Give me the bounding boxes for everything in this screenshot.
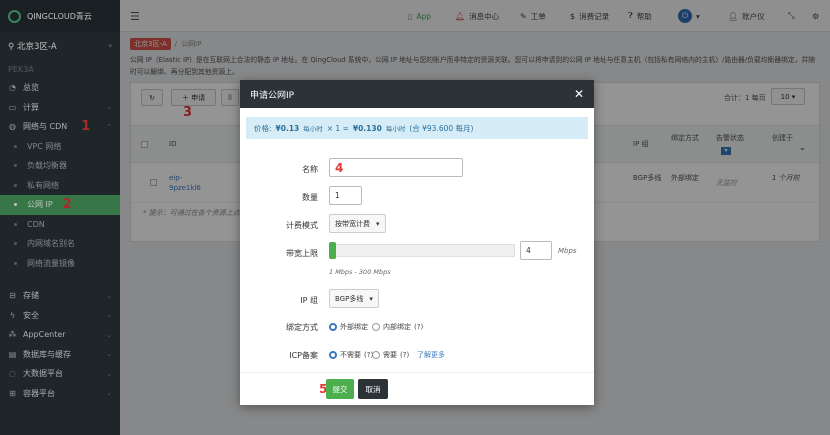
- ip-group-value: BGP多线: [335, 294, 364, 303]
- billing-mode-label: 计费模式: [286, 221, 318, 230]
- bandwidth-label: 带宽上限: [286, 249, 318, 258]
- bind-internal-radio[interactable]: 内部绑定 (?): [372, 322, 423, 332]
- price-unit: ¥0.13: [275, 123, 300, 133]
- radio-unchecked-icon: [372, 351, 380, 359]
- icp-no-label: 不需要: [340, 351, 361, 359]
- radio-checked-icon: [329, 351, 337, 359]
- price-label: 价格:: [254, 123, 272, 133]
- radio-checked-icon: [329, 323, 337, 331]
- billing-mode-select[interactable]: 按带宽计费 ▾: [329, 214, 386, 233]
- bind-external-radio[interactable]: 外部绑定: [329, 322, 368, 332]
- cancel-button[interactable]: 取消: [358, 379, 388, 399]
- help-icon[interactable]: (?): [414, 323, 423, 331]
- apply-eip-dialog: 申请公网IP ✕ 价格: ¥0.13 每小时 × 1 = ¥0.130 每小时 (…: [240, 80, 594, 405]
- price-count: × 1 =: [326, 123, 349, 133]
- price-total-suffix: 每小时: [385, 125, 406, 133]
- bind-external-label: 外部绑定: [340, 323, 368, 331]
- sidebar-dim-overlay: [0, 0, 120, 435]
- price-banner: 价格: ¥0.13 每小时 × 1 = ¥0.130 每小时 (合 ¥93.60…: [246, 117, 588, 139]
- icp-no-radio[interactable]: 不需要 (?): [329, 350, 373, 360]
- icp-yes-label: 需要: [383, 351, 397, 359]
- close-icon[interactable]: ✕: [574, 87, 584, 101]
- submit-button[interactable]: 提交: [326, 379, 354, 399]
- billing-mode-value: 按带宽计费: [335, 219, 370, 228]
- name-input[interactable]: 4: [329, 158, 463, 177]
- dialog-divider: [240, 372, 594, 373]
- bind-internal-label: 内部绑定: [383, 323, 411, 331]
- bandwidth-slider-handle[interactable]: [329, 242, 336, 259]
- caret-down-icon: ▾: [369, 294, 373, 303]
- dialog-header: 申请公网IP ✕: [240, 80, 594, 108]
- ip-group-label: IP 组: [300, 296, 318, 305]
- dialog-title: 申请公网IP: [250, 90, 295, 101]
- bandwidth-unit: Mbps: [558, 247, 577, 255]
- price-month: (合 ¥93.600 每月): [409, 123, 474, 133]
- bandwidth-slider[interactable]: [329, 242, 515, 259]
- count-input[interactable]: 1: [329, 186, 362, 205]
- price-unit-suffix: 每小时: [303, 125, 323, 133]
- bandwidth-range: 1 Mbps - 300 Mbps: [329, 268, 391, 276]
- name-label: 名称: [302, 165, 318, 174]
- caret-down-icon: ▾: [376, 219, 380, 228]
- topbar-dim-overlay: [120, 0, 830, 32]
- help-icon[interactable]: (?): [400, 351, 409, 359]
- radio-unchecked-icon: [372, 323, 380, 331]
- bandwidth-input[interactable]: 4: [520, 241, 552, 260]
- icp-yes-radio[interactable]: 需要 (?): [372, 350, 409, 360]
- learn-more-link[interactable]: 了解更多: [417, 350, 445, 360]
- ip-group-select[interactable]: BGP多线 ▾: [329, 289, 379, 308]
- count-label: 数量: [302, 193, 318, 202]
- annotation-4: 4: [335, 160, 344, 175]
- bind-mode-label: 绑定方式: [286, 323, 318, 332]
- icp-label: ICP备案: [289, 351, 318, 360]
- price-total: ¥0.130: [352, 123, 382, 133]
